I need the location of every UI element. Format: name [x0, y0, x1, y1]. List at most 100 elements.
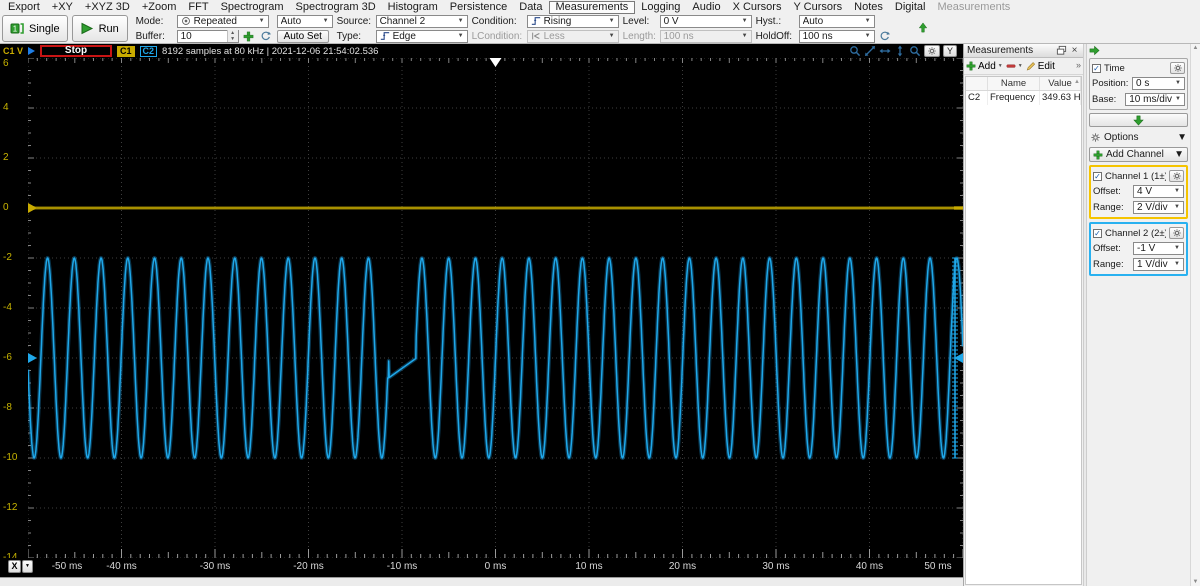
channel-2-settings-button[interactable]	[1169, 227, 1184, 239]
run-button[interactable]: Run	[71, 15, 128, 42]
menu-item-x-cursors[interactable]: X Cursors	[727, 1, 788, 14]
menu-item-measurements[interactable]: Measurements	[548, 0, 636, 14]
length-select[interactable]: 100 ns ▼	[659, 29, 752, 43]
scroll-up-icon[interactable]: ▲	[1193, 45, 1199, 51]
column-header[interactable]	[966, 77, 988, 90]
zoom-options-button[interactable]	[924, 45, 940, 57]
channel-2-checkbox[interactable]: ✓	[1093, 228, 1102, 238]
float-panel-button[interactable]	[1056, 45, 1067, 56]
zoom-fit-icon[interactable]	[864, 45, 876, 57]
channel-2-range-select[interactable]: 1 V/div ▼	[1133, 257, 1184, 271]
menu-item-export[interactable]: Export	[2, 1, 46, 14]
time-checkbox[interactable]: ✓	[1092, 63, 1101, 73]
stop-button[interactable]: Stop	[40, 45, 113, 57]
offset-label: Offset:	[1093, 242, 1121, 254]
c2-badge[interactable]: C2	[139, 45, 158, 57]
options-label: Options	[1104, 131, 1139, 143]
waveforms-window: Export +XY +XYZ 3D +Zoom FFT Spectrogram Spect…	[0, 0, 1200, 586]
menu-item-spectrogram-3d[interactable]: Spectrogram 3D	[290, 1, 382, 14]
condition-select[interactable]: Rising ▼	[526, 14, 619, 28]
channel-1-checkbox[interactable]: ✓	[1093, 171, 1102, 181]
y-axis-label: -10	[3, 452, 18, 463]
zoom-y-icon[interactable]	[894, 45, 906, 57]
single-button-label: Single	[29, 22, 60, 35]
type-select[interactable]: Edge ▼	[375, 29, 468, 43]
lcondition-select[interactable]: Less ▼	[526, 29, 619, 43]
auto-set-button[interactable]: Auto Set	[276, 29, 329, 43]
time-settings-button[interactable]	[1170, 62, 1185, 74]
options-scrollbar[interactable]: ▲ ▼	[1190, 44, 1200, 586]
scroll-up-icon[interactable]: ▲	[1074, 79, 1080, 85]
oscilloscope-plot[interactable]	[28, 58, 963, 558]
float-icon	[1056, 45, 1067, 56]
add-channel-button[interactable]: Add Channel ▼	[1089, 147, 1188, 162]
trigger-mode-select[interactable]: Auto ▼	[276, 14, 333, 28]
menu-item-logging[interactable]: Logging	[635, 1, 686, 14]
x-axis-dropdown-button[interactable]: ▼	[22, 560, 33, 573]
channel-2-offset-select[interactable]: -1 V ▼	[1133, 241, 1184, 255]
zoom-x-icon[interactable]	[879, 45, 891, 57]
level-select[interactable]: 0 V ▼	[659, 14, 752, 28]
menu-item-digital[interactable]: Digital	[889, 1, 932, 14]
menu-item-measurements[interactable]: Measurements	[932, 1, 1017, 14]
measurements-toolbar: Add ▼ ▼ Edit »	[964, 58, 1083, 75]
trigger-arrow-icon	[28, 47, 36, 55]
position-select[interactable]: 0 s ▼	[1132, 76, 1185, 90]
channel-1-settings-button[interactable]	[1169, 170, 1184, 182]
plus-icon	[243, 31, 254, 42]
single-button[interactable]: Single	[2, 15, 68, 42]
add-measurement-button[interactable]: Add ▼	[966, 61, 1003, 72]
y-axis-label: -12	[3, 502, 18, 513]
channel-2-group: ✓ Channel 2 (2±) Offset: -1 V ▼ Range: 1 …	[1089, 222, 1188, 276]
y-axis-button[interactable]: Y	[943, 45, 957, 57]
measurements-table-body: C2 Frequency 349.63 Hz	[966, 91, 1081, 105]
menu-item-notes[interactable]: Notes	[848, 1, 889, 14]
chevron-down-icon: ▼	[25, 563, 30, 569]
menu-item-y-cursors[interactable]: Y Cursors	[787, 1, 848, 14]
edit-measurement-button[interactable]: Edit	[1026, 61, 1055, 72]
mode-select[interactable]: Repeated ▼	[176, 14, 269, 28]
spinner-arrows[interactable]: ▲ ▼	[226, 30, 238, 42]
add-buffer-button[interactable]	[242, 30, 256, 43]
measurement-cell: Frequency	[988, 91, 1040, 105]
menu-item-data[interactable]: Data	[513, 1, 548, 14]
toolbar-overflow-chevron[interactable]: »	[1076, 60, 1081, 70]
menu-item-audio[interactable]: Audio	[686, 1, 726, 14]
options-row[interactable]: Options ▼	[1089, 130, 1188, 144]
refresh-holdoff-button[interactable]	[878, 30, 892, 43]
remove-measurement-button[interactable]: ▼	[1006, 61, 1023, 71]
close-panel-button[interactable]: ×	[1069, 45, 1080, 56]
expand-time-button[interactable]	[1089, 113, 1188, 127]
menu-item-fft[interactable]: FFT	[182, 1, 214, 14]
x-axis-button[interactable]: X	[8, 560, 21, 573]
range-label: Range:	[1093, 201, 1124, 213]
gear-icon	[1172, 228, 1182, 238]
scroll-down-icon[interactable]: ▼	[1193, 579, 1199, 585]
hyst-select[interactable]: Auto ▼	[798, 14, 875, 28]
menu-item-persistence[interactable]: Persistence	[444, 1, 513, 14]
chevron-down-icon: ▼	[997, 63, 1003, 69]
zoom-in-icon[interactable]	[849, 45, 861, 57]
chevron-down-icon: ▼	[258, 18, 265, 24]
gear-icon	[927, 46, 937, 56]
menu-item-histogram[interactable]: Histogram	[382, 1, 444, 14]
menu-item--xy[interactable]: +XY	[46, 1, 79, 14]
measurement-row[interactable]: C2 Frequency 349.63 Hz	[966, 91, 1081, 105]
source-select[interactable]: Channel 2 ▼	[375, 14, 468, 28]
menu-item--xyz-3d[interactable]: +XYZ 3D	[79, 1, 136, 14]
menu-item-spectrogram[interactable]: Spectrogram	[215, 1, 290, 14]
magnifier-icon[interactable]	[909, 45, 921, 57]
column-header[interactable]: Name	[988, 77, 1040, 90]
channel-1-offset-select[interactable]: 4 V ▼	[1133, 184, 1184, 198]
gear-icon	[1172, 171, 1182, 181]
hyst-label: Hyst.:	[755, 15, 782, 27]
close-icon: ×	[1071, 44, 1078, 56]
refresh-buffer-button[interactable]	[259, 30, 273, 43]
buffer-stepper[interactable]: 10 ▲ ▼	[176, 29, 239, 43]
holdoff-select[interactable]: 100 ns ▼	[798, 29, 875, 43]
chevron-down-icon: ▼	[864, 18, 871, 24]
base-select[interactable]: 10 ms/div ▼	[1125, 92, 1185, 106]
channel-1-range-select[interactable]: 2 V/div ▼	[1133, 200, 1184, 214]
menu-item--zoom[interactable]: +Zoom	[136, 1, 183, 14]
c1-badge[interactable]: C1	[117, 45, 135, 57]
